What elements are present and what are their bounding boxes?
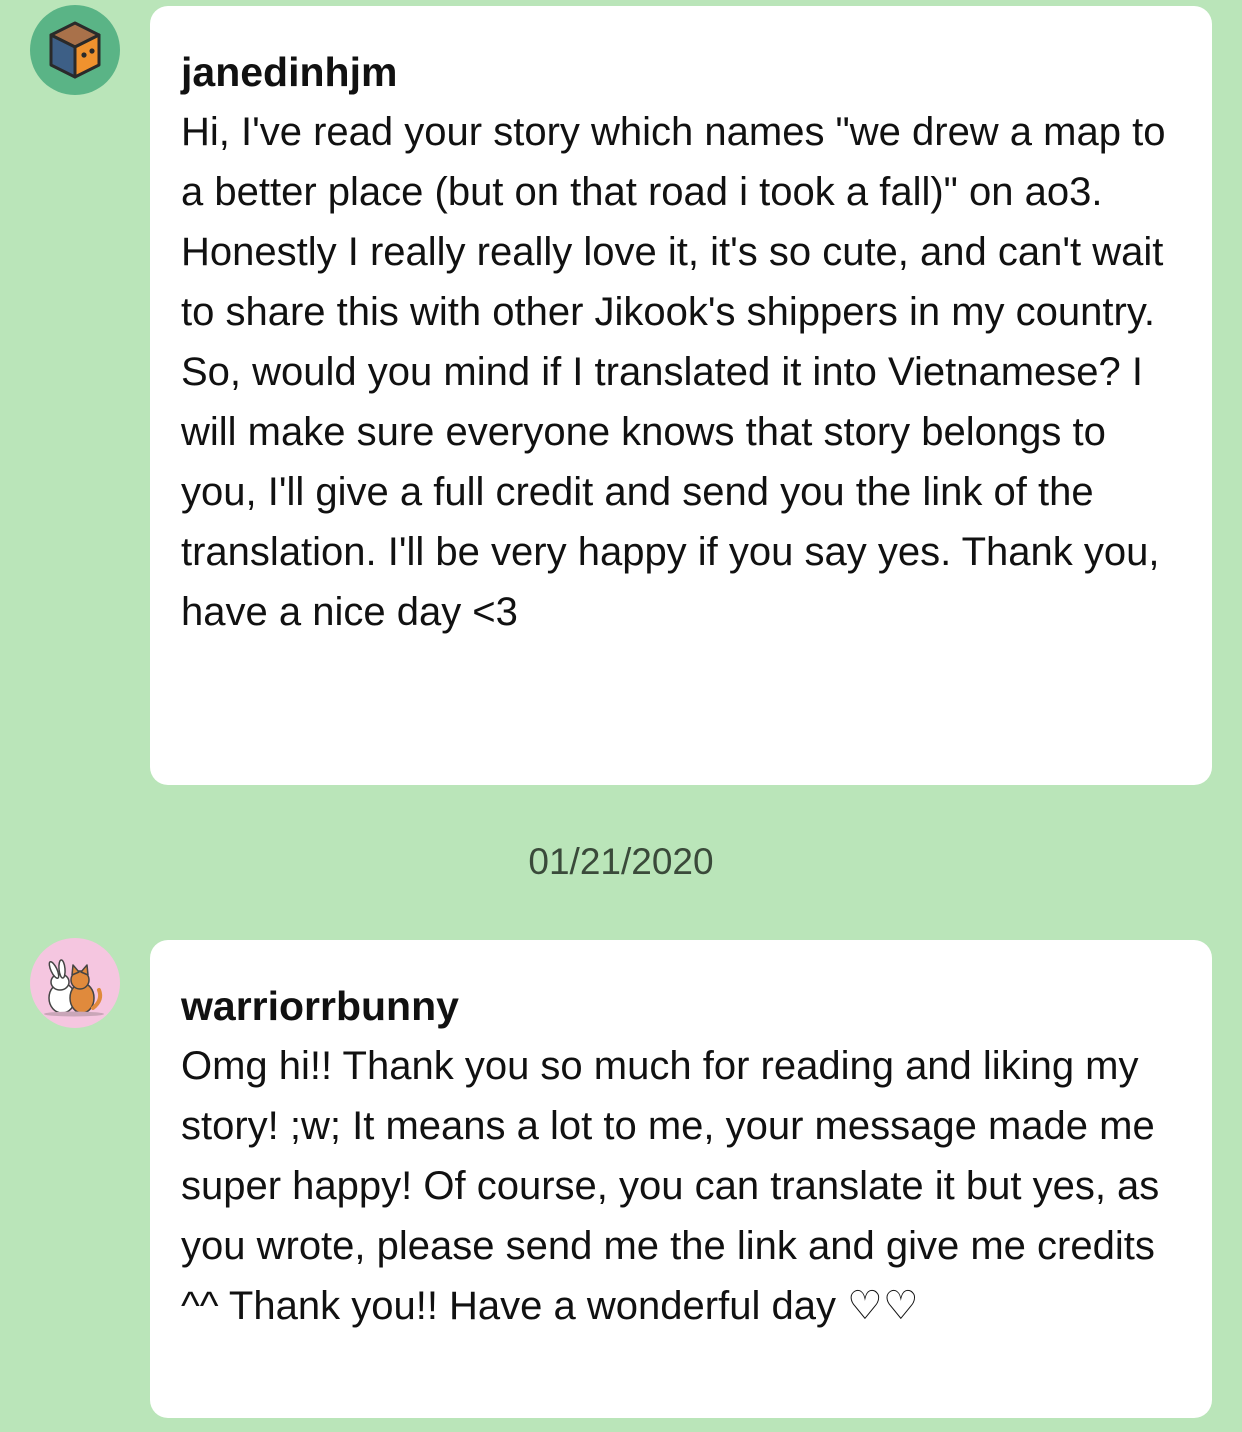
- bunny-cat-icon: [44, 959, 104, 1017]
- message-username[interactable]: warriorrbunny: [181, 976, 1212, 1036]
- message-text: Hi, I've read your story which names "we…: [181, 110, 1166, 634]
- message-username[interactable]: janedinhjm: [181, 42, 1212, 102]
- avatar-janedinhjm[interactable]: [30, 5, 120, 95]
- message-text: Omg hi!! Thank you so much for reading a…: [181, 1044, 1160, 1328]
- date-divider: 01/21/2020: [528, 841, 714, 882]
- message-bubble: warriorrbunny Omg hi!! Thank you so much…: [150, 940, 1212, 1418]
- avatar-warriorrbunny[interactable]: [30, 938, 120, 1028]
- message-bubble: janedinhjm Hi, I've read your story whic…: [150, 6, 1212, 785]
- cube-icon: [49, 21, 101, 79]
